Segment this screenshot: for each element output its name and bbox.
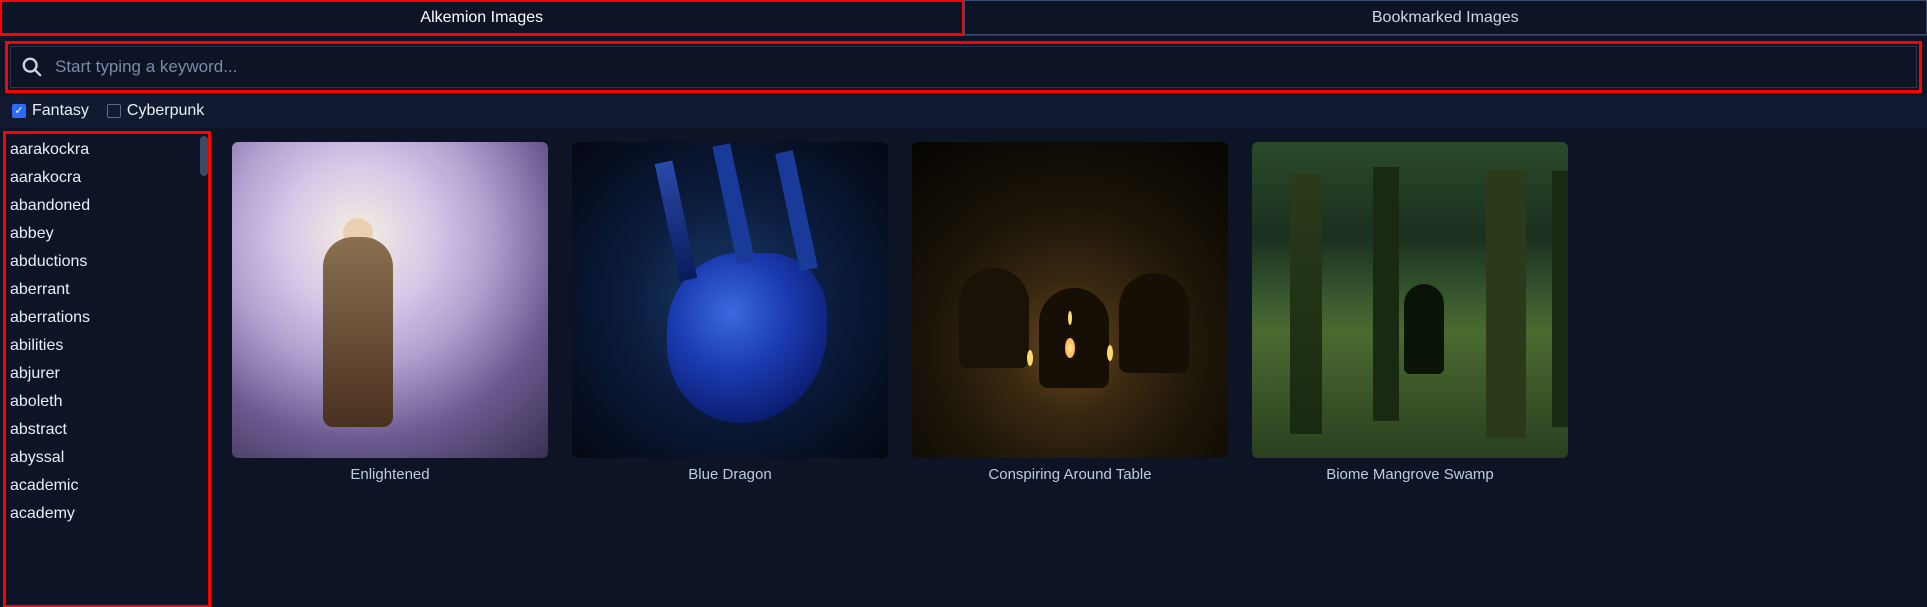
content-area: aarakockraaarakocraabandonedabbeyabducti… (0, 128, 1927, 607)
keyword-item[interactable]: abyssal (10, 444, 204, 472)
keyword-item[interactable]: abandoned (10, 192, 204, 220)
keyword-sidebar[interactable]: aarakockraaarakocraabandonedabbeyabducti… (4, 132, 210, 607)
tab-bookmarked-images[interactable]: Bookmarked Images (964, 0, 1927, 35)
gallery-card[interactable]: Blue Dragon (570, 142, 890, 597)
gallery-caption: Conspiring Around Table (988, 466, 1151, 483)
filter-label: Cyberpunk (127, 102, 204, 120)
keyword-item[interactable]: abstract (10, 416, 204, 444)
scrollbar-thumb[interactable] (200, 136, 208, 176)
filter-row: ✓ Fantasy Cyberpunk (0, 96, 1927, 128)
search-icon (21, 56, 43, 78)
filter-label: Fantasy (32, 102, 89, 120)
search-bar-container (6, 42, 1921, 92)
keyword-item[interactable]: aboleth (10, 388, 204, 416)
tab-alkemion-images[interactable]: Alkemion Images (0, 0, 964, 35)
checkbox-icon: ✓ (12, 104, 26, 118)
gallery-thumbnail[interactable] (572, 142, 888, 458)
keyword-item[interactable]: aberrant (10, 276, 204, 304)
gallery-card[interactable]: Biome Mangrove Swamp (1250, 142, 1570, 597)
gallery-caption: Biome Mangrove Swamp (1326, 466, 1494, 483)
filter-fantasy[interactable]: ✓ Fantasy (12, 102, 89, 120)
keyword-item[interactable]: aarakockra (10, 136, 204, 164)
keyword-item[interactable]: abbey (10, 220, 204, 248)
tab-label: Alkemion Images (420, 9, 543, 27)
keyword-item[interactable]: abductions (10, 248, 204, 276)
gallery-thumbnail[interactable] (1252, 142, 1568, 458)
gallery-caption: Blue Dragon (688, 466, 771, 483)
tab-label: Bookmarked Images (1372, 9, 1519, 27)
gallery-thumbnail[interactable] (232, 142, 548, 458)
search-input[interactable] (55, 57, 1906, 77)
checkbox-icon (107, 104, 121, 118)
gallery-card[interactable]: Enlightened (230, 142, 550, 597)
gallery-caption: Enlightened (350, 466, 429, 483)
keyword-item[interactable]: abjurer (10, 360, 204, 388)
search-bar[interactable] (10, 46, 1917, 88)
keyword-item[interactable]: academic (10, 472, 204, 500)
keyword-item[interactable]: aberrations (10, 304, 204, 332)
keyword-item[interactable]: aarakocra (10, 164, 204, 192)
tab-bar: Alkemion Images Bookmarked Images (0, 0, 1927, 36)
gallery-thumbnail[interactable] (912, 142, 1228, 458)
image-gallery: Enlightened Blue Dragon Conspiring Aroun… (210, 132, 1927, 607)
keyword-item[interactable]: academy (10, 500, 204, 528)
keyword-item[interactable]: abilities (10, 332, 204, 360)
filter-cyberpunk[interactable]: Cyberpunk (107, 102, 204, 120)
gallery-card[interactable]: Conspiring Around Table (910, 142, 1230, 597)
